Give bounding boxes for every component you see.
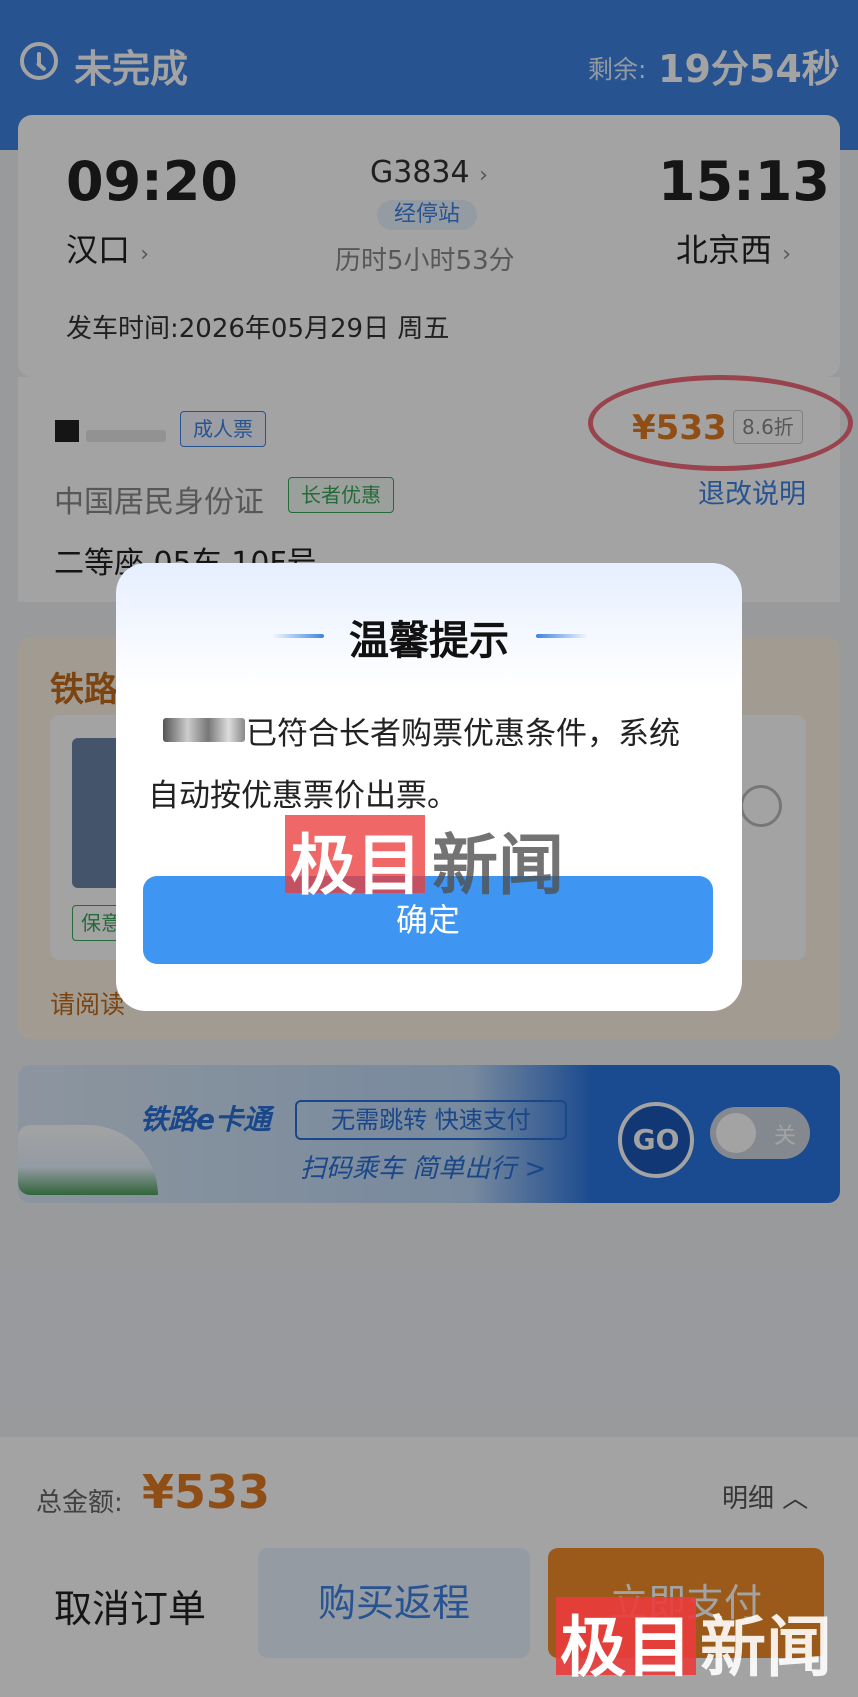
modal-message-line1: 已符合长者购票优惠条件，系统 xyxy=(246,716,680,752)
blurred-name xyxy=(163,718,245,742)
watermark-text: 极目 xyxy=(560,1608,692,1686)
watermark-text: 极目 xyxy=(290,826,422,904)
modal-message-line2: 自动按优惠票价出票。 xyxy=(148,778,458,814)
confirm-button[interactable]: 确定 xyxy=(143,876,713,964)
watermark-text: 新闻 xyxy=(700,1608,832,1686)
modal-title: 温馨提示 xyxy=(349,618,509,664)
watermark-text: 新闻 xyxy=(432,826,564,904)
